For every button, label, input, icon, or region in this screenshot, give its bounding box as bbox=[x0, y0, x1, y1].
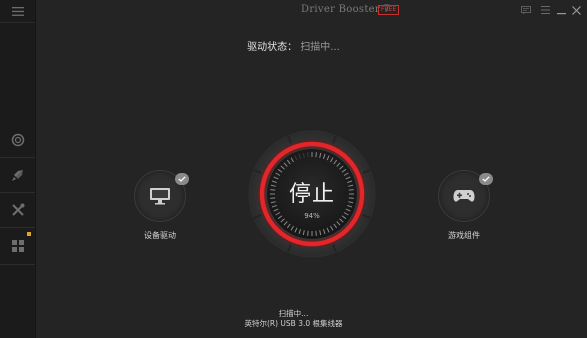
menu-button[interactable] bbox=[0, 0, 35, 23]
check-icon bbox=[178, 176, 186, 182]
game-components-label: 游戏组件 bbox=[448, 231, 480, 240]
progress-tick bbox=[315, 230, 317, 236]
progress-tick bbox=[315, 152, 317, 158]
app-title: Driver Booster 7 bbox=[301, 4, 391, 15]
driver-status: 驱动状态： 扫描中... bbox=[0, 38, 587, 53]
driver-status-value: 扫描中... bbox=[300, 42, 340, 53]
scan-info-current-item: 英特尔(R) USB 3.0 根集线器 bbox=[244, 319, 343, 328]
scan-info-status: 扫描中... bbox=[278, 309, 309, 318]
driver-status-label: 驱动状态： bbox=[247, 42, 298, 53]
minimize-button[interactable] bbox=[554, 3, 568, 17]
lifebuoy-icon bbox=[11, 133, 24, 147]
rocket-icon bbox=[11, 170, 23, 181]
device-drivers-circle[interactable] bbox=[134, 170, 189, 222]
scan-info: 扫描中... 英特尔(R) USB 3.0 根集线器 bbox=[0, 309, 587, 329]
message-icon bbox=[521, 5, 531, 14]
game-components-circle[interactable] bbox=[438, 170, 493, 222]
tools-icon bbox=[11, 203, 24, 216]
sidebar-item-boost[interactable] bbox=[0, 158, 35, 193]
feedback-button[interactable] bbox=[519, 3, 533, 17]
minimize-icon bbox=[556, 12, 566, 14]
game-components-option[interactable]: 游戏组件 bbox=[429, 170, 499, 241]
sidebar-item-apps[interactable] bbox=[0, 228, 35, 265]
stop-label: 停止 bbox=[288, 182, 335, 207]
menu-settings-button[interactable] bbox=[538, 3, 552, 17]
notification-dot bbox=[27, 232, 31, 236]
gamepad-icon bbox=[453, 190, 475, 202]
monitor-icon bbox=[150, 188, 170, 205]
free-badge: FREE bbox=[378, 5, 400, 15]
hamburger-icon bbox=[540, 6, 550, 14]
close-button[interactable] bbox=[569, 3, 583, 17]
sidebar-item-tools[interactable] bbox=[0, 193, 35, 228]
progress-tick bbox=[307, 152, 309, 158]
device-drivers-option[interactable]: 设备驱动 bbox=[125, 170, 195, 241]
device-drivers-label: 设备驱动 bbox=[144, 231, 176, 240]
progress-tick bbox=[307, 230, 309, 236]
menu-icon bbox=[11, 6, 24, 16]
scan-percent: 94% bbox=[304, 212, 320, 220]
titlebar: Driver Booster 7 FREE bbox=[36, 0, 587, 22]
game-components-checkbox[interactable] bbox=[479, 173, 493, 185]
grid-icon bbox=[11, 240, 24, 252]
device-drivers-checkbox[interactable] bbox=[175, 173, 189, 185]
check-icon bbox=[482, 176, 490, 182]
close-icon bbox=[571, 5, 581, 15]
sidebar-item-action-center[interactable] bbox=[0, 123, 35, 158]
